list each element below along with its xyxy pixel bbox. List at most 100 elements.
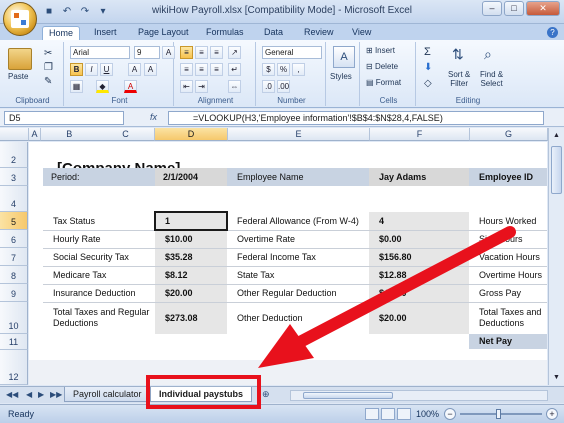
grow-font-icon[interactable]: A (162, 46, 175, 59)
fill-icon[interactable]: ⬇ (424, 62, 432, 73)
column-header-a[interactable]: A (29, 128, 41, 141)
find-select-button[interactable]: Find & Select (480, 70, 503, 88)
decrease-font-icon[interactable]: A (144, 63, 157, 76)
formula-input[interactable]: =VLOOKUP(H3,'Employee information'!$B$4:… (168, 111, 544, 125)
currency-icon[interactable]: $ (262, 63, 275, 76)
column-header-b-c[interactable]: BC (41, 128, 155, 141)
fill-color-icon[interactable]: ◆ (96, 80, 109, 93)
vertical-scrollbar[interactable]: ▲ ▼ (548, 128, 564, 385)
column-header-g[interactable]: G (470, 128, 548, 141)
percent-icon[interactable]: % (277, 63, 290, 76)
zoom-in-icon[interactable]: + (546, 408, 558, 420)
minimize-button[interactable]: – (482, 1, 502, 16)
scroll-up-icon[interactable]: ▲ (551, 130, 562, 141)
tab-insert[interactable]: Insert (88, 26, 123, 40)
prev-sheet-icon[interactable]: ◀ (26, 390, 32, 399)
merge-center-icon[interactable]: ⇔ (228, 80, 241, 93)
vertical-scroll-thumb[interactable] (551, 146, 562, 194)
align-left-icon[interactable]: ≡ (180, 63, 193, 76)
social-security-tax-value[interactable]: $35.28 (161, 248, 225, 266)
autosum-icon[interactable]: Σ (424, 46, 431, 58)
row-header-10[interactable]: 10 (0, 302, 28, 334)
tab-data[interactable]: Data (258, 26, 289, 40)
align-top-icon[interactable]: ≡ (180, 46, 193, 59)
column-header-e[interactable]: E (228, 128, 370, 141)
scroll-down-icon[interactable]: ▼ (551, 372, 562, 383)
decrease-decimal-icon[interactable]: .00 (277, 80, 290, 93)
clear-icon[interactable]: ◇ (424, 78, 432, 89)
period-value[interactable]: 2/1/2004 (159, 168, 229, 186)
bold-button[interactable]: B (70, 63, 83, 76)
horizontal-scroll-thumb[interactable] (303, 392, 393, 399)
employee-name-value[interactable]: Jay Adams (375, 168, 467, 186)
zoom-knob[interactable] (496, 409, 501, 419)
insert-sheet-icon[interactable]: ⊕ (262, 389, 270, 400)
increase-decimal-icon[interactable]: .0 (262, 80, 275, 93)
column-header-f[interactable]: F (370, 128, 470, 141)
tab-page-layout[interactable]: Page Layout (132, 26, 195, 40)
sort-filter-button[interactable]: Sort & Filter (448, 70, 470, 88)
italic-button[interactable]: I (85, 63, 98, 76)
overtime-rate-value[interactable]: $0.00 (375, 230, 465, 248)
increase-font-icon[interactable]: A (128, 63, 141, 76)
other-regular-deduction-value[interactable]: $40.00 (375, 284, 465, 302)
comma-icon[interactable]: , (292, 63, 305, 76)
cut-icon[interactable]: ✂ (44, 48, 52, 59)
row-header-9[interactable]: 9 (0, 284, 28, 302)
increase-indent-icon[interactable]: ⇥ (195, 80, 208, 93)
number-format-field[interactable]: General (262, 46, 322, 59)
align-center-icon[interactable]: ≡ (195, 63, 208, 76)
insert-function-icon[interactable]: fx (150, 112, 157, 122)
zoom-level[interactable]: 100% (416, 409, 439, 419)
borders-icon[interactable]: ▦ (70, 80, 83, 93)
format-cells-button[interactable]: ▤ Format (366, 78, 401, 87)
insurance-deduction-value[interactable]: $20.00 (161, 284, 225, 302)
styles-icon[interactable]: A (333, 46, 355, 68)
row-header-2[interactable]: 2 (0, 142, 28, 168)
row-header-11[interactable]: 11 (0, 334, 28, 350)
medicare-tax-value[interactable]: $8.12 (161, 266, 225, 284)
row-header-12[interactable]: 12 (0, 350, 28, 385)
hourly-rate-value[interactable]: $10.00 (161, 230, 225, 248)
row-header-4[interactable]: 4 (0, 186, 28, 212)
decrease-indent-icon[interactable]: ⇤ (180, 80, 193, 93)
font-size-field[interactable]: 9 (134, 46, 160, 59)
align-right-icon[interactable]: ≡ (210, 63, 223, 76)
underline-button[interactable]: U (100, 63, 113, 76)
state-tax-value[interactable]: $12.88 (375, 266, 465, 284)
column-header-d[interactable]: D (155, 128, 228, 141)
zoom-track[interactable] (460, 413, 542, 415)
first-sheet-icon[interactable]: ◀◀ (6, 390, 18, 399)
office-button[interactable] (3, 2, 37, 36)
styles-button[interactable]: Styles (330, 72, 352, 81)
tab-view[interactable]: View (346, 26, 377, 40)
normal-view-icon[interactable] (365, 408, 379, 420)
total-taxes-value[interactable]: $273.08 (161, 302, 225, 334)
row-header-7[interactable]: 7 (0, 248, 28, 266)
horizontal-scrollbar[interactable] (290, 390, 548, 401)
align-bottom-icon[interactable]: ≡ (210, 46, 223, 59)
zoom-slider[interactable]: − + (444, 408, 558, 420)
orientation-icon[interactable]: ↗ (228, 46, 241, 59)
delete-cells-button[interactable]: ⊟ Delete (366, 62, 398, 71)
maximize-button[interactable]: □ (504, 1, 524, 16)
insert-cells-button[interactable]: ⊞ Insert (366, 46, 395, 55)
federal-allowance-value[interactable]: 4 (375, 212, 465, 230)
wrap-text-icon[interactable]: ↵ (228, 63, 241, 76)
row-header-3[interactable]: 3 (0, 168, 28, 186)
close-button[interactable]: ✕ (526, 1, 560, 16)
paste-button[interactable]: Paste (8, 72, 28, 81)
tab-formulas[interactable]: Formulas (200, 26, 250, 40)
font-name-field[interactable]: Arial (70, 46, 130, 59)
selected-cell-d5[interactable] (154, 211, 228, 231)
other-deduction-value[interactable]: $20.00 (375, 302, 465, 334)
page-break-view-icon[interactable] (397, 408, 411, 420)
page-layout-view-icon[interactable] (381, 408, 395, 420)
federal-income-tax-value[interactable]: $156.80 (375, 248, 465, 266)
next-sheet-icon[interactable]: ▶ (38, 390, 44, 399)
sheet-tab-payroll-calculator[interactable]: Payroll calculator (64, 387, 151, 402)
find-select-icon[interactable]: ⌕ (484, 46, 492, 63)
copy-icon[interactable]: ❐ (44, 62, 53, 73)
name-box[interactable]: D5 (4, 111, 124, 125)
last-sheet-icon[interactable]: ▶▶ (50, 390, 62, 399)
